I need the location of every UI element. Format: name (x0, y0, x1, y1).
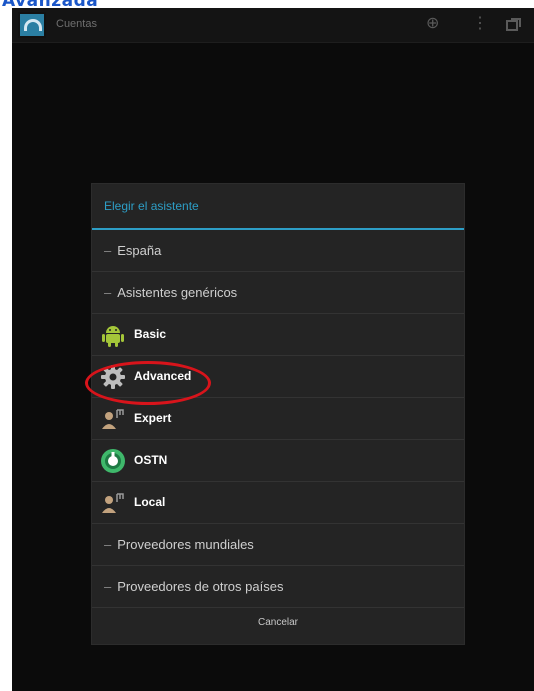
option-label: Basic (134, 327, 167, 341)
collapse-dash-icon: – (104, 285, 112, 300)
option-label: Local (134, 495, 166, 509)
option-advanced[interactable]: Advanced (92, 356, 464, 398)
overflow-menu-icon[interactable]: ⋮ (472, 16, 488, 32)
group-label: España (117, 243, 162, 258)
android-icon (100, 322, 126, 348)
group-generic-wizards[interactable]: – Asistentes genéricos (92, 272, 464, 314)
option-basic[interactable]: Basic (92, 314, 464, 356)
group-spain[interactable]: – España (92, 230, 464, 272)
expert-user-icon (100, 406, 126, 432)
collapse-dash-icon: – (104, 579, 112, 594)
option-label: Advanced (134, 369, 192, 383)
add-account-icon[interactable]: ⊕ (426, 16, 439, 32)
option-label: Expert (134, 411, 172, 425)
group-label: Proveedores de otros países (117, 579, 284, 594)
cancel-button[interactable]: Cancelar (92, 608, 464, 638)
local-user-icon (100, 490, 126, 516)
gear-icon (100, 364, 126, 390)
dialog-title: Elegir el asistente (92, 184, 464, 230)
option-local[interactable]: Local (92, 482, 464, 524)
group-other-countries-providers[interactable]: – Proveedores de otros países (92, 566, 464, 608)
action-bar: Cuentas ⊕ ⋮ (12, 8, 534, 43)
group-label: Proveedores mundiales (117, 537, 254, 552)
option-ostn[interactable]: OSTN (92, 440, 464, 482)
group-label: Asistentes genéricos (117, 285, 238, 300)
option-expert[interactable]: Expert (92, 398, 464, 440)
choose-wizard-dialog: Elegir el asistente – España – Asistentes … (91, 183, 465, 645)
group-worldwide-providers[interactable]: – Proveedores mundiales (92, 524, 464, 566)
app-title: Cuentas (56, 18, 97, 30)
device-screen: Cuentas ⊕ ⋮ Elegir el asistente – España … (12, 8, 534, 691)
collapse-dash-icon: – (104, 243, 112, 258)
collapse-dash-icon: – (104, 537, 112, 552)
recent-apps-icon[interactable] (506, 16, 522, 36)
accounts-app-icon[interactable] (18, 12, 46, 38)
ostn-icon (100, 448, 126, 474)
option-label: OSTN (134, 453, 168, 467)
